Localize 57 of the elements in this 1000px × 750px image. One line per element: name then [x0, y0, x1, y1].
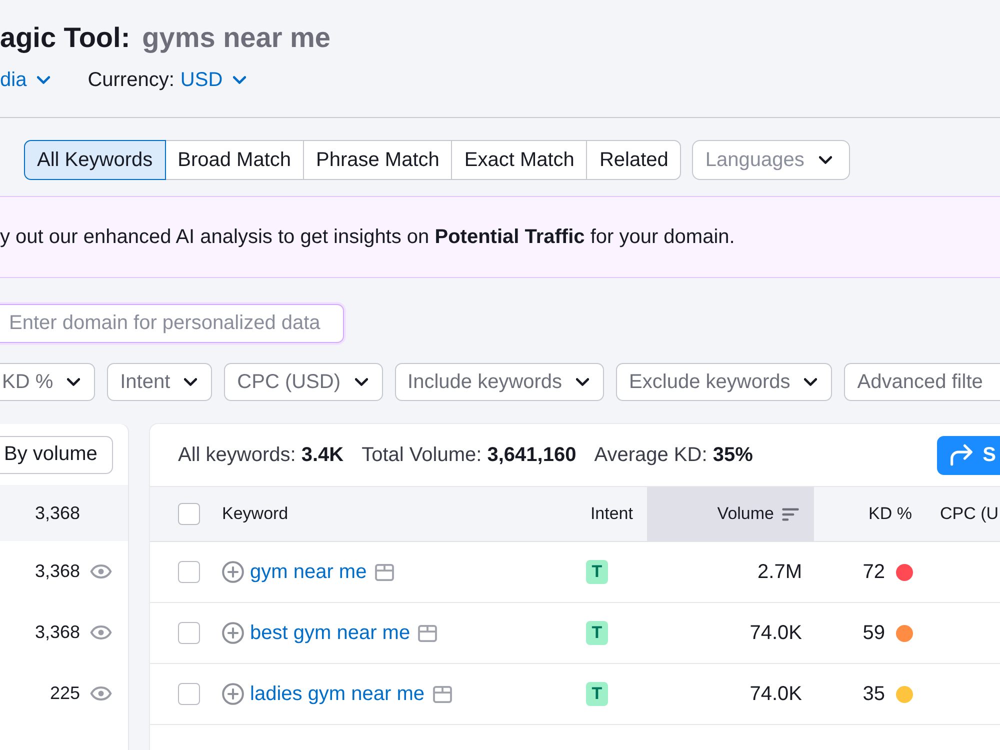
column-header[interactable]: KD % — [814, 487, 926, 541]
search-query: gyms near me — [142, 21, 330, 55]
filter-dropdown[interactable]: Exclude keywords — [616, 363, 832, 401]
summary-stat: All keywords: 3.4K — [178, 444, 344, 466]
kd-value: 59 — [862, 622, 885, 644]
group-item[interactable]: 3,368 — [0, 485, 128, 541]
column-header[interactable]: Intent — [556, 487, 647, 541]
share-arrow-icon — [950, 444, 973, 466]
match-tab[interactable]: All Keywords — [24, 140, 166, 180]
match-tab[interactable]: Broad Match — [164, 140, 304, 180]
intent-badge: T — [586, 560, 608, 584]
row-checkbox[interactable] — [178, 561, 200, 583]
window-icon — [374, 564, 394, 580]
page-title: agic Tool: — [0, 21, 130, 55]
volume-value: 2.7M — [758, 560, 802, 584]
keyword-link[interactable]: best gym near me — [250, 622, 410, 644]
volume-value: 74.0K — [750, 682, 802, 706]
chevron-down-icon — [36, 76, 50, 84]
eye-icon[interactable] — [90, 686, 112, 701]
filter-dropdown[interactable]: Include keywords — [394, 363, 604, 401]
window-icon — [432, 686, 452, 702]
column-header[interactable]: Volume — [647, 487, 814, 541]
intent-badge: T — [586, 682, 608, 706]
add-circle-icon[interactable] — [222, 622, 244, 644]
row-checkbox[interactable] — [178, 622, 200, 644]
keyword-link[interactable]: gym near me — [250, 560, 367, 584]
window-icon — [418, 624, 438, 642]
filter-dropdown[interactable]: CPC (USD) — [224, 363, 383, 401]
kd-value: 35 — [862, 682, 885, 706]
filter-dropdown[interactable]: Intent — [107, 363, 212, 401]
intent-badge: T — [586, 621, 608, 645]
summary-stat: Average KD: 35% — [594, 444, 753, 466]
match-tab[interactable]: Exact Match — [451, 140, 588, 180]
eye-icon[interactable] — [90, 564, 112, 579]
sort-button[interactable]: By volume — [0, 436, 113, 474]
add-circle-icon[interactable] — [222, 561, 244, 583]
add-circle-icon[interactable] — [222, 683, 244, 705]
column-header[interactable]: CPC (U — [926, 487, 1000, 541]
filter-dropdown[interactable]: Advanced filte — [844, 363, 1000, 401]
match-tab[interactable]: Phrase Match — [303, 140, 452, 180]
row-checkbox[interactable] — [178, 683, 200, 705]
select-all-checkbox[interactable] — [178, 503, 200, 525]
database-select[interactable]: dia — [0, 68, 50, 92]
domain-input[interactable]: Enter domain for personalized data — [0, 304, 344, 343]
volume-value: 74.0K — [750, 622, 802, 644]
filter-dropdown[interactable]: KD % — [0, 363, 96, 401]
sort-icon — [782, 508, 799, 520]
currency-select[interactable]: Currency: USD — [88, 68, 246, 92]
keyword-link[interactable]: ladies gym near me — [250, 682, 425, 706]
summary-stat: Total Volume: 3,641,160 — [362, 444, 576, 466]
kd-value: 72 — [862, 560, 885, 584]
promo-text: y out our enhanced AI analysis to get insights on Potential Traffic for your domain. — [0, 226, 735, 248]
match-tab[interactable]: Related — [586, 140, 682, 180]
chevron-down-icon — [819, 156, 832, 164]
chevron-down-icon — [232, 76, 246, 84]
column-header[interactable]: Keyword — [222, 487, 556, 541]
eye-icon[interactable] — [90, 625, 112, 640]
